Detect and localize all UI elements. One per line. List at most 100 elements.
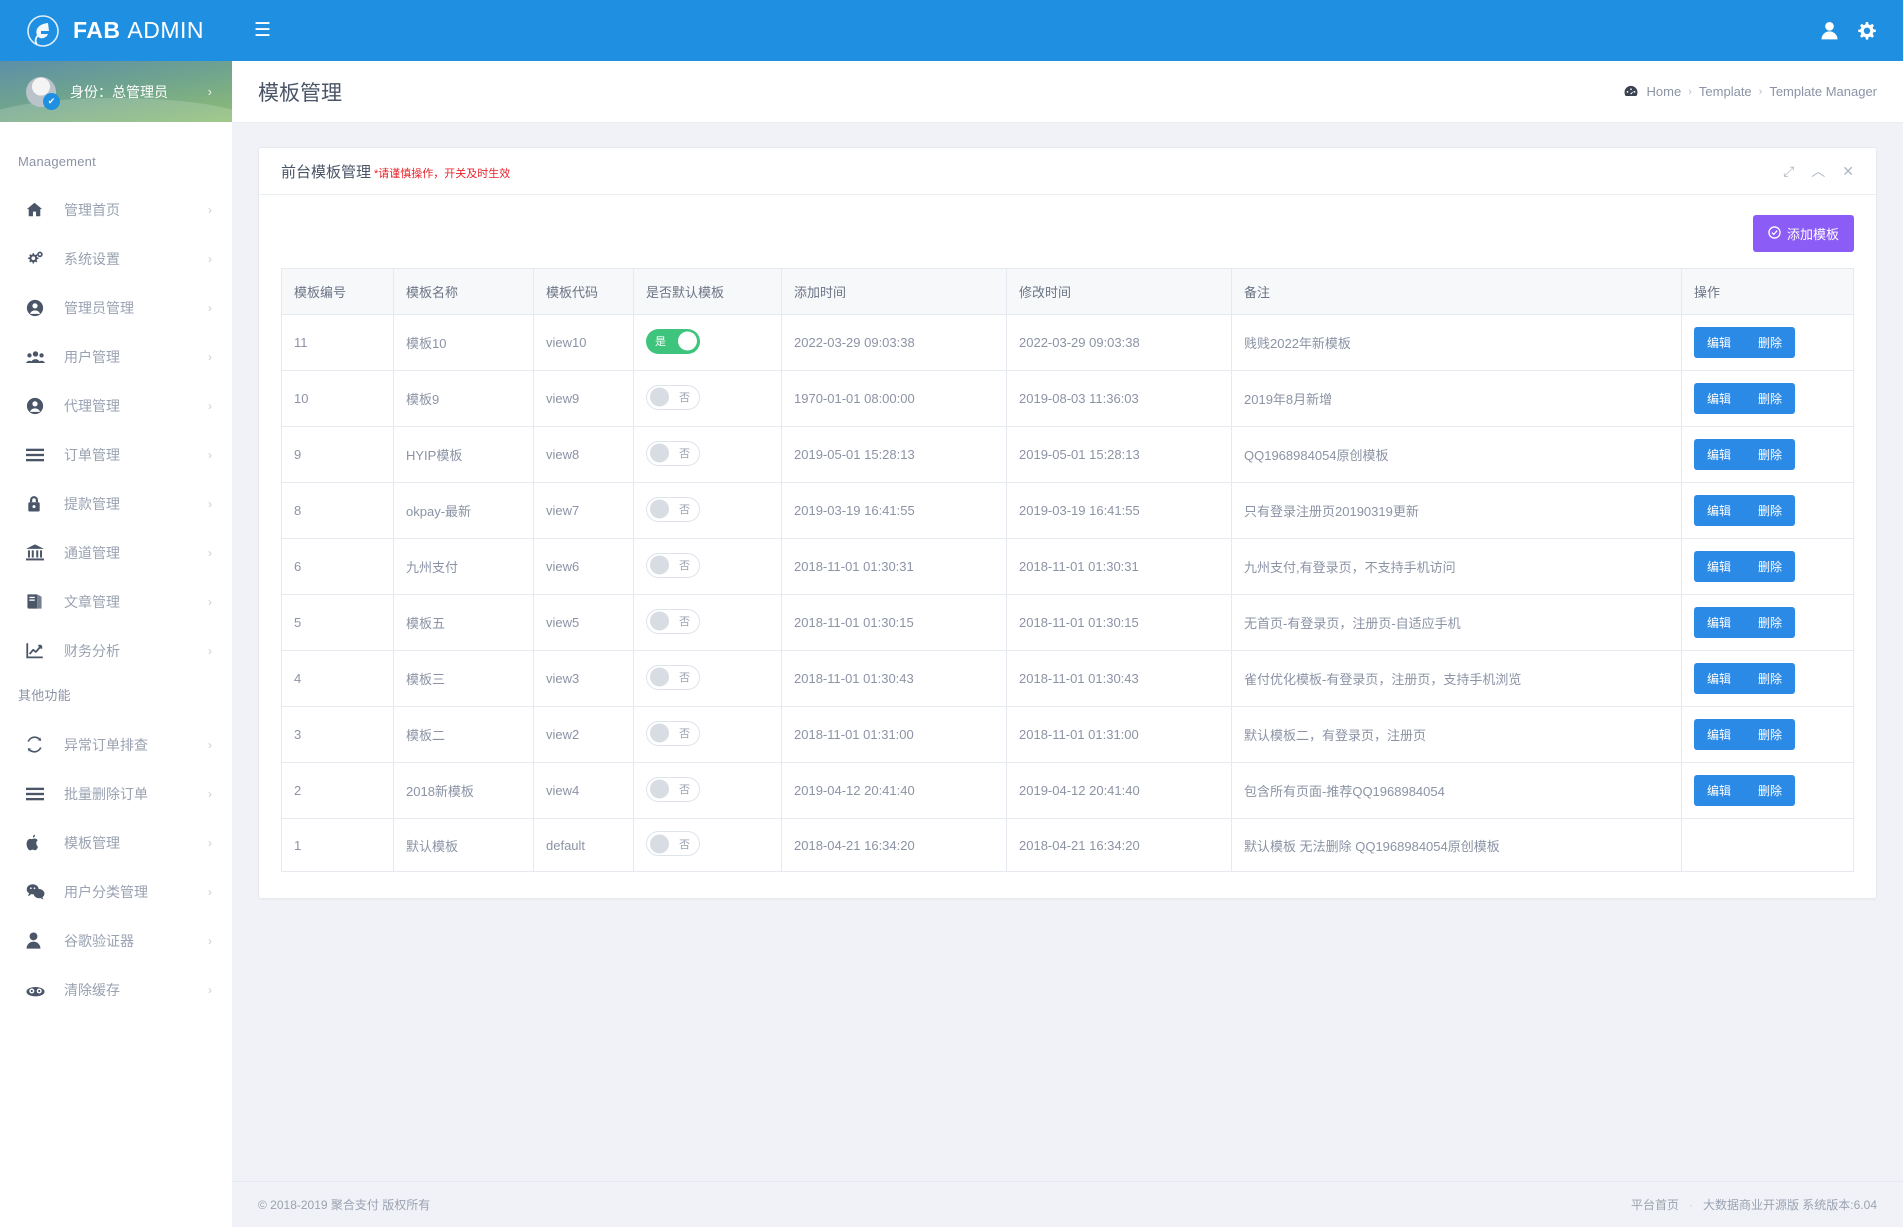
default-template-toggle[interactable]: 是 (646, 328, 700, 354)
default-template-toggle[interactable]: 否 (646, 776, 700, 802)
delete-button[interactable]: 删除 (1744, 551, 1796, 582)
sidebar-section-management: Management (18, 154, 96, 169)
column-header-id: 模板编号 (281, 268, 394, 315)
default-template-toggle[interactable]: 否 (646, 496, 700, 522)
cell-code: view2 (533, 706, 634, 763)
column-header-name: 模板名称 (393, 268, 534, 315)
cell-note: 雀付优化模板-有登录页，注册页，支持手机浏览 (1231, 650, 1682, 707)
edit-button[interactable]: 编辑 (1694, 383, 1745, 414)
dashboard-icon (1624, 85, 1638, 98)
gear-icon[interactable] (1857, 21, 1877, 41)
delete-button[interactable]: 删除 (1744, 663, 1796, 694)
table-row: 4 模板三 view3 否 2018-11-01 01:30:43 2018-11-01 … (281, 650, 1854, 707)
edit-button[interactable]: 编辑 (1694, 663, 1745, 694)
edit-button[interactable]: 编辑 (1694, 439, 1745, 470)
edit-button[interactable]: 编辑 (1694, 495, 1745, 526)
sidebar-item-agent-management[interactable]: 代理管理 › (0, 381, 232, 430)
breadcrumb-home[interactable]: Home (1647, 84, 1682, 99)
sidebar-item-withdraw-management[interactable]: 提款管理 › (0, 479, 232, 528)
sidebar-item-order-management[interactable]: 订单管理 › (0, 430, 232, 479)
sidebar-item-user-management[interactable]: 用户管理 › (0, 332, 232, 381)
add-template-button[interactable]: 添加模板 (1752, 215, 1854, 252)
expand-icon[interactable]: ⤢ (1783, 163, 1794, 180)
delete-button[interactable]: 删除 (1744, 607, 1796, 638)
home-icon (26, 201, 52, 218)
delete-button[interactable]: 删除 (1744, 383, 1796, 414)
edit-button[interactable]: 编辑 (1694, 719, 1745, 750)
profile-block[interactable]: 身份：总管理员 › (0, 61, 232, 122)
sidebar-item-label: 通道管理 (64, 544, 120, 561)
sidebar-item-label: 管理首页 (64, 201, 120, 218)
breadcrumb-template[interactable]: Template (1699, 84, 1752, 99)
row-action-group: 编辑 删除 (1694, 663, 1796, 694)
sidebar-item-system-settings[interactable]: 系统设置 › (0, 234, 232, 283)
panel-header: 前台模板管理 *请谨慎操作，开关及时生效 ⤢ ︿ ✕ (259, 148, 1876, 195)
sidebar-item-clear-cache[interactable]: 清除缓存 › (0, 965, 232, 1014)
table-row: 1 默认模板 default 否 2018-04-21 16:34:20 2018-04-… (281, 818, 1854, 872)
chevron-right-icon: › (208, 933, 212, 948)
sidebar-item-user-category-management[interactable]: 用户分类管理 › (0, 867, 232, 916)
brand-logo-area[interactable]: FAB ADMIN (0, 0, 232, 61)
chevron-right-icon: › (208, 300, 212, 315)
row-action-group: 编辑 删除 (1694, 775, 1796, 806)
toggle-label: 否 (679, 504, 690, 516)
user-icon[interactable] (1820, 21, 1839, 40)
default-template-toggle[interactable]: 否 (646, 664, 700, 690)
chevron-right-icon: › (208, 545, 212, 560)
edit-button[interactable]: 编辑 (1694, 607, 1745, 638)
default-template-toggle[interactable]: 否 (646, 608, 700, 634)
sidebar-item-google-authenticator[interactable]: 谷歌验证器 › (0, 916, 232, 965)
delete-button[interactable]: 删除 (1744, 775, 1796, 806)
sidebar-item-batch-delete-order[interactable]: 批量删除订单 › (0, 769, 232, 818)
panel-title-text: 前台模板管理 (281, 163, 372, 181)
cell-name: 模板三 (393, 650, 534, 707)
toggle-label: 否 (679, 560, 690, 572)
refresh-icon (26, 736, 52, 753)
chevron-right-icon: › (208, 447, 212, 462)
default-template-toggle[interactable]: 否 (646, 440, 700, 466)
sidebar-item-label: 订单管理 (64, 446, 120, 463)
edit-button[interactable]: 编辑 (1694, 775, 1745, 806)
sidebar-item-template-management[interactable]: 模板管理 › (0, 818, 232, 867)
collapse-icon[interactable]: ︿ (1811, 161, 1825, 181)
delete-button[interactable]: 删除 (1744, 439, 1796, 470)
panel-body: 添加模板 模板编号 模板名称 模板代码 是否默认模板 添加时间 修改时间 备注 … (259, 195, 1876, 898)
edit-button[interactable]: 编辑 (1694, 327, 1745, 358)
row-action-group: 编辑 删除 (1694, 383, 1796, 414)
toggle-label: 否 (679, 392, 690, 404)
cell-id: 9 (281, 426, 394, 483)
toggle-knob (650, 723, 669, 743)
sidebar-item-abnormal-order-check[interactable]: 异常订单排查 › (0, 720, 232, 769)
sidebar-item-label: 用户管理 (64, 348, 120, 365)
footer-home-link[interactable]: 平台首页 (1631, 1196, 1679, 1213)
delete-button[interactable]: 删除 (1744, 495, 1796, 526)
edit-button[interactable]: 编辑 (1694, 551, 1745, 582)
cell-actions (1681, 818, 1854, 872)
cell-id: 2 (281, 762, 394, 819)
cell-actions: 编辑 删除 (1681, 762, 1854, 819)
close-icon[interactable]: ✕ (1842, 163, 1854, 180)
default-template-toggle[interactable]: 否 (646, 384, 700, 410)
lock-icon (26, 495, 52, 513)
brand-title: FAB ADMIN (73, 17, 204, 44)
default-template-toggle[interactable]: 否 (646, 720, 700, 746)
cell-added: 2018-11-01 01:30:15 (781, 594, 1007, 651)
main-area: ☰ 模板管理 Home › Template › Template Manage… (232, 0, 1903, 1227)
default-template-toggle[interactable]: 否 (646, 552, 700, 578)
delete-button[interactable]: 删除 (1744, 327, 1796, 358)
cell-id: 8 (281, 482, 394, 539)
sidebar-item-channel-management[interactable]: 通道管理 › (0, 528, 232, 577)
hamburger-menu-icon[interactable]: ☰ (254, 21, 271, 40)
sidebar-item-dashboard[interactable]: 管理首页 › (0, 185, 232, 234)
sidebar-item-article-management[interactable]: 文章管理 › (0, 577, 232, 626)
table-row: 2 2018新模板 view4 否 2019-04-12 20:41:40 2019-04… (281, 762, 1854, 819)
column-header-code: 模板代码 (533, 268, 634, 315)
delete-button[interactable]: 删除 (1744, 719, 1796, 750)
sidebar-item-financial-analysis[interactable]: 财务分析 › (0, 626, 232, 675)
cell-note: 包含所有页面-推荐QQ1968984054 (1231, 762, 1682, 819)
sidebar-item-admin-management[interactable]: 管理员管理 › (0, 283, 232, 332)
table-row: 8 okpay-最新 view7 否 2019-03-19 16:41:55 2019-0… (281, 482, 1854, 539)
footer-right: 平台首页 · 大数据商业开源版 系统版本:6.04 (1631, 1196, 1877, 1213)
cell-name: 默认模板 (393, 818, 534, 872)
default-template-toggle[interactable]: 否 (646, 831, 700, 856)
